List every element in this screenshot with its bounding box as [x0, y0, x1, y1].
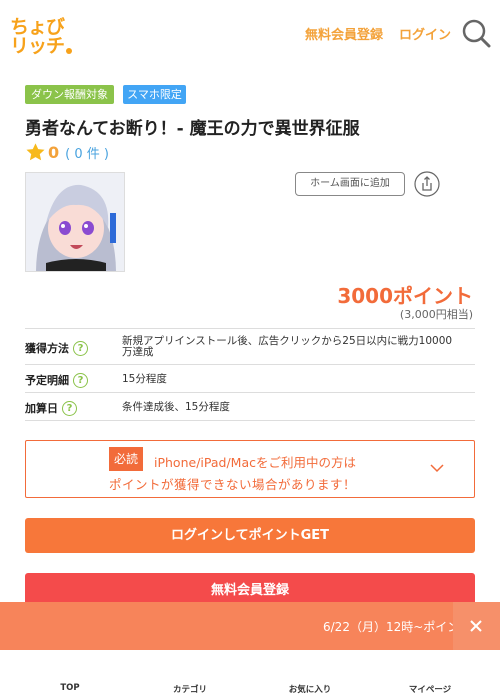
points-yen-equivalent: (3,000円相当)	[399, 308, 473, 321]
bottom-navigation: TOP カテゴリ お気に入り マイページ	[0, 650, 500, 700]
must-read-notice[interactable]: 必読 iPhone/iPad/Macをご利用中の方は ポイントが獲得できない場合…	[25, 440, 475, 498]
info-label: 予定明細	[25, 374, 69, 387]
close-icon	[470, 620, 482, 632]
offer-title: 勇者なんてお断り！- 魔王の力で異世界征服	[25, 119, 360, 139]
nav-favorites[interactable]: お気に入り	[270, 683, 350, 695]
must-read-badge: 必読	[109, 447, 144, 471]
smartphone-only-tag: スマホ限定	[123, 85, 186, 104]
campaign-banner[interactable]: 6/22（月）12時~ポイント	[0, 602, 500, 650]
info-value: 新規アプリインストール後、広告クリックから25日以内に戦力10000万達成	[122, 335, 453, 358]
help-icon[interactable]: ?	[73, 372, 88, 388]
info-label: 加算日	[25, 402, 58, 415]
info-row-schedule: 予定明細 ? 15分程度	[25, 365, 475, 393]
banner-close-button[interactable]	[453, 602, 500, 650]
rating-score: 0	[48, 143, 60, 162]
nav-mypage[interactable]: マイページ	[390, 683, 470, 695]
info-row-credit-date: 加算日 ? 条件達成後、15分程度	[25, 393, 475, 421]
nav-top[interactable]: TOP	[30, 683, 110, 693]
share-icon[interactable]	[414, 171, 440, 197]
login-get-points-button[interactable]: ログインしてポイントGET	[25, 518, 475, 553]
chevron-down-icon[interactable]	[430, 463, 444, 473]
info-row-method: 獲得方法 ? 新規アプリインストール後、広告クリックから25日以内に戦力1000…	[25, 329, 475, 365]
rating-count[interactable]: ( 0 件 )	[65, 143, 109, 162]
notice-line-1: iPhone/iPad/Macをご利用中の方は	[154, 455, 356, 470]
header-login-link[interactable]: ログイン	[399, 24, 451, 43]
points-value: 3000ポイント	[337, 284, 473, 308]
info-value: 15分程度	[122, 373, 167, 385]
info-label: 獲得方法	[25, 342, 69, 355]
nav-category[interactable]: カテゴリ	[150, 683, 230, 695]
add-to-home-button[interactable]: ホーム画面に追加	[295, 172, 405, 196]
header: ちょび リッチ 無料会員登録 ログイン	[0, 0, 500, 64]
header-register-link[interactable]: 無料会員登録	[305, 24, 383, 43]
reward-tag: ダウン報酬対象	[25, 85, 114, 104]
app-thumbnail	[25, 172, 125, 272]
rating[interactable]: 0 ( 0 件 )	[25, 142, 109, 163]
logo[interactable]: ちょび リッチ	[10, 12, 72, 57]
notice-line-2: ポイントが獲得できない場合があります！	[109, 477, 357, 492]
logo-dot	[66, 48, 72, 54]
search-icon[interactable]	[461, 18, 491, 48]
logo-line-2: リッチ	[10, 35, 65, 57]
info-value: 条件達成後、15分程度	[122, 401, 230, 413]
help-icon[interactable]: ?	[62, 400, 77, 416]
help-icon[interactable]: ?	[73, 340, 88, 356]
star-icon	[26, 143, 45, 161]
banner-text: 6/22（月）12時~ポイント	[323, 620, 460, 634]
offer-info-table: 獲得方法 ? 新規アプリインストール後、広告クリックから25日以内に戦力1000…	[25, 328, 475, 421]
